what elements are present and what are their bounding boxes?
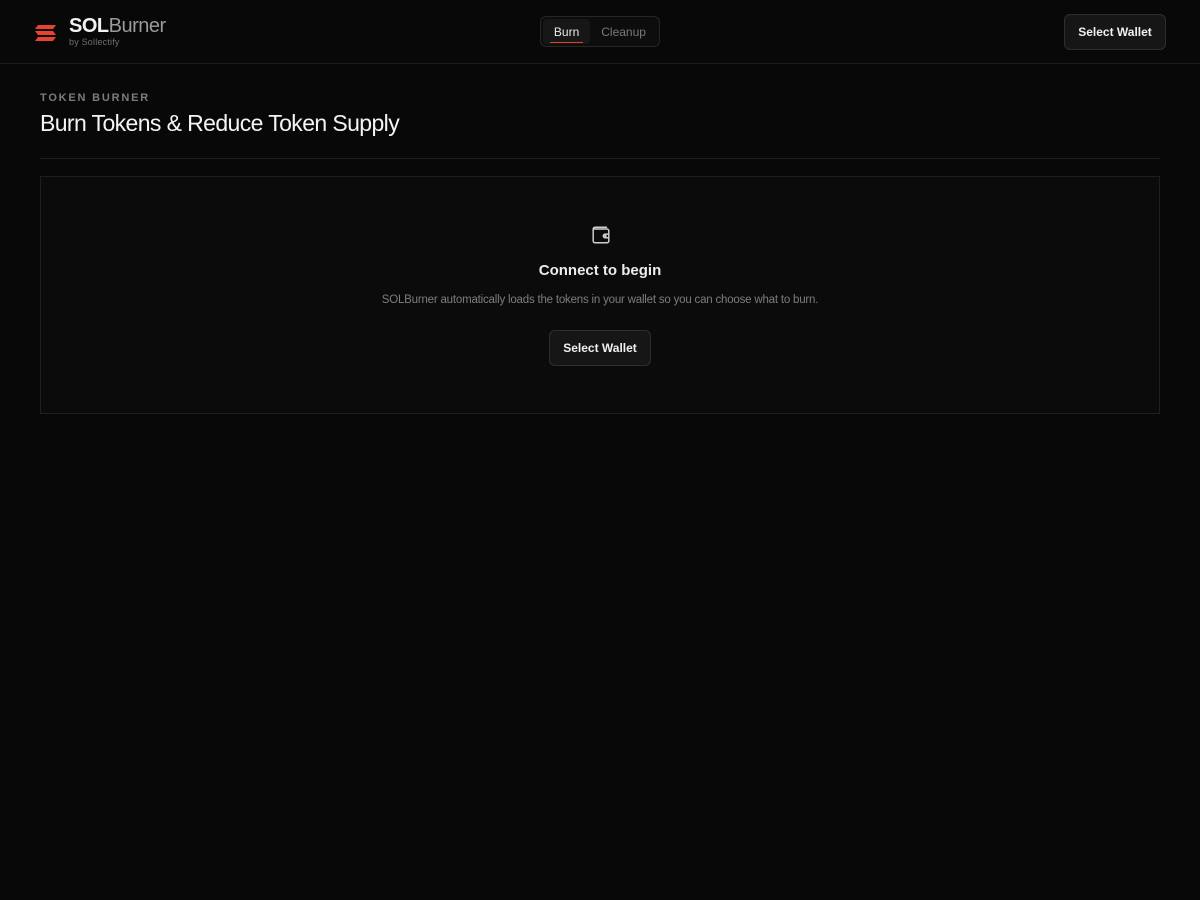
brand-subtitle: by Sollectify <box>69 37 120 47</box>
solburner-logo-icon <box>35 25 56 41</box>
tab-burn[interactable]: Burn <box>543 19 591 44</box>
connect-title: Connect to begin <box>538 262 662 279</box>
wallet-icon <box>592 226 610 244</box>
tab-cleanup[interactable]: Cleanup <box>590 19 657 44</box>
divider <box>40 158 1160 159</box>
select-wallet-button[interactable]: Select Wallet <box>1064 14 1166 50</box>
brand-name-light: Burner <box>108 15 167 37</box>
page-title: Burn Tokens & Reduce Token Supply <box>40 110 400 136</box>
brand-text: SOLBurner by Sollectify <box>69 16 166 47</box>
connect-card: Connect to begin SOLBurner automatically… <box>40 176 1160 414</box>
brand-name: SOLBurner <box>69 16 166 36</box>
section-eyebrow: TOKEN BURNER <box>40 92 151 104</box>
connect-description: SOLBurner automatically loads the tokens… <box>381 294 819 306</box>
brand-name-bold: SOL <box>69 15 109 37</box>
mode-tabs: Burn Cleanup <box>540 16 660 47</box>
top-bar: SOLBurner by Sollectify Burn Cleanup Sel… <box>0 0 1200 64</box>
connect-select-wallet-button[interactable]: Select Wallet <box>549 330 651 366</box>
brand[interactable]: SOLBurner by Sollectify <box>34 16 166 47</box>
